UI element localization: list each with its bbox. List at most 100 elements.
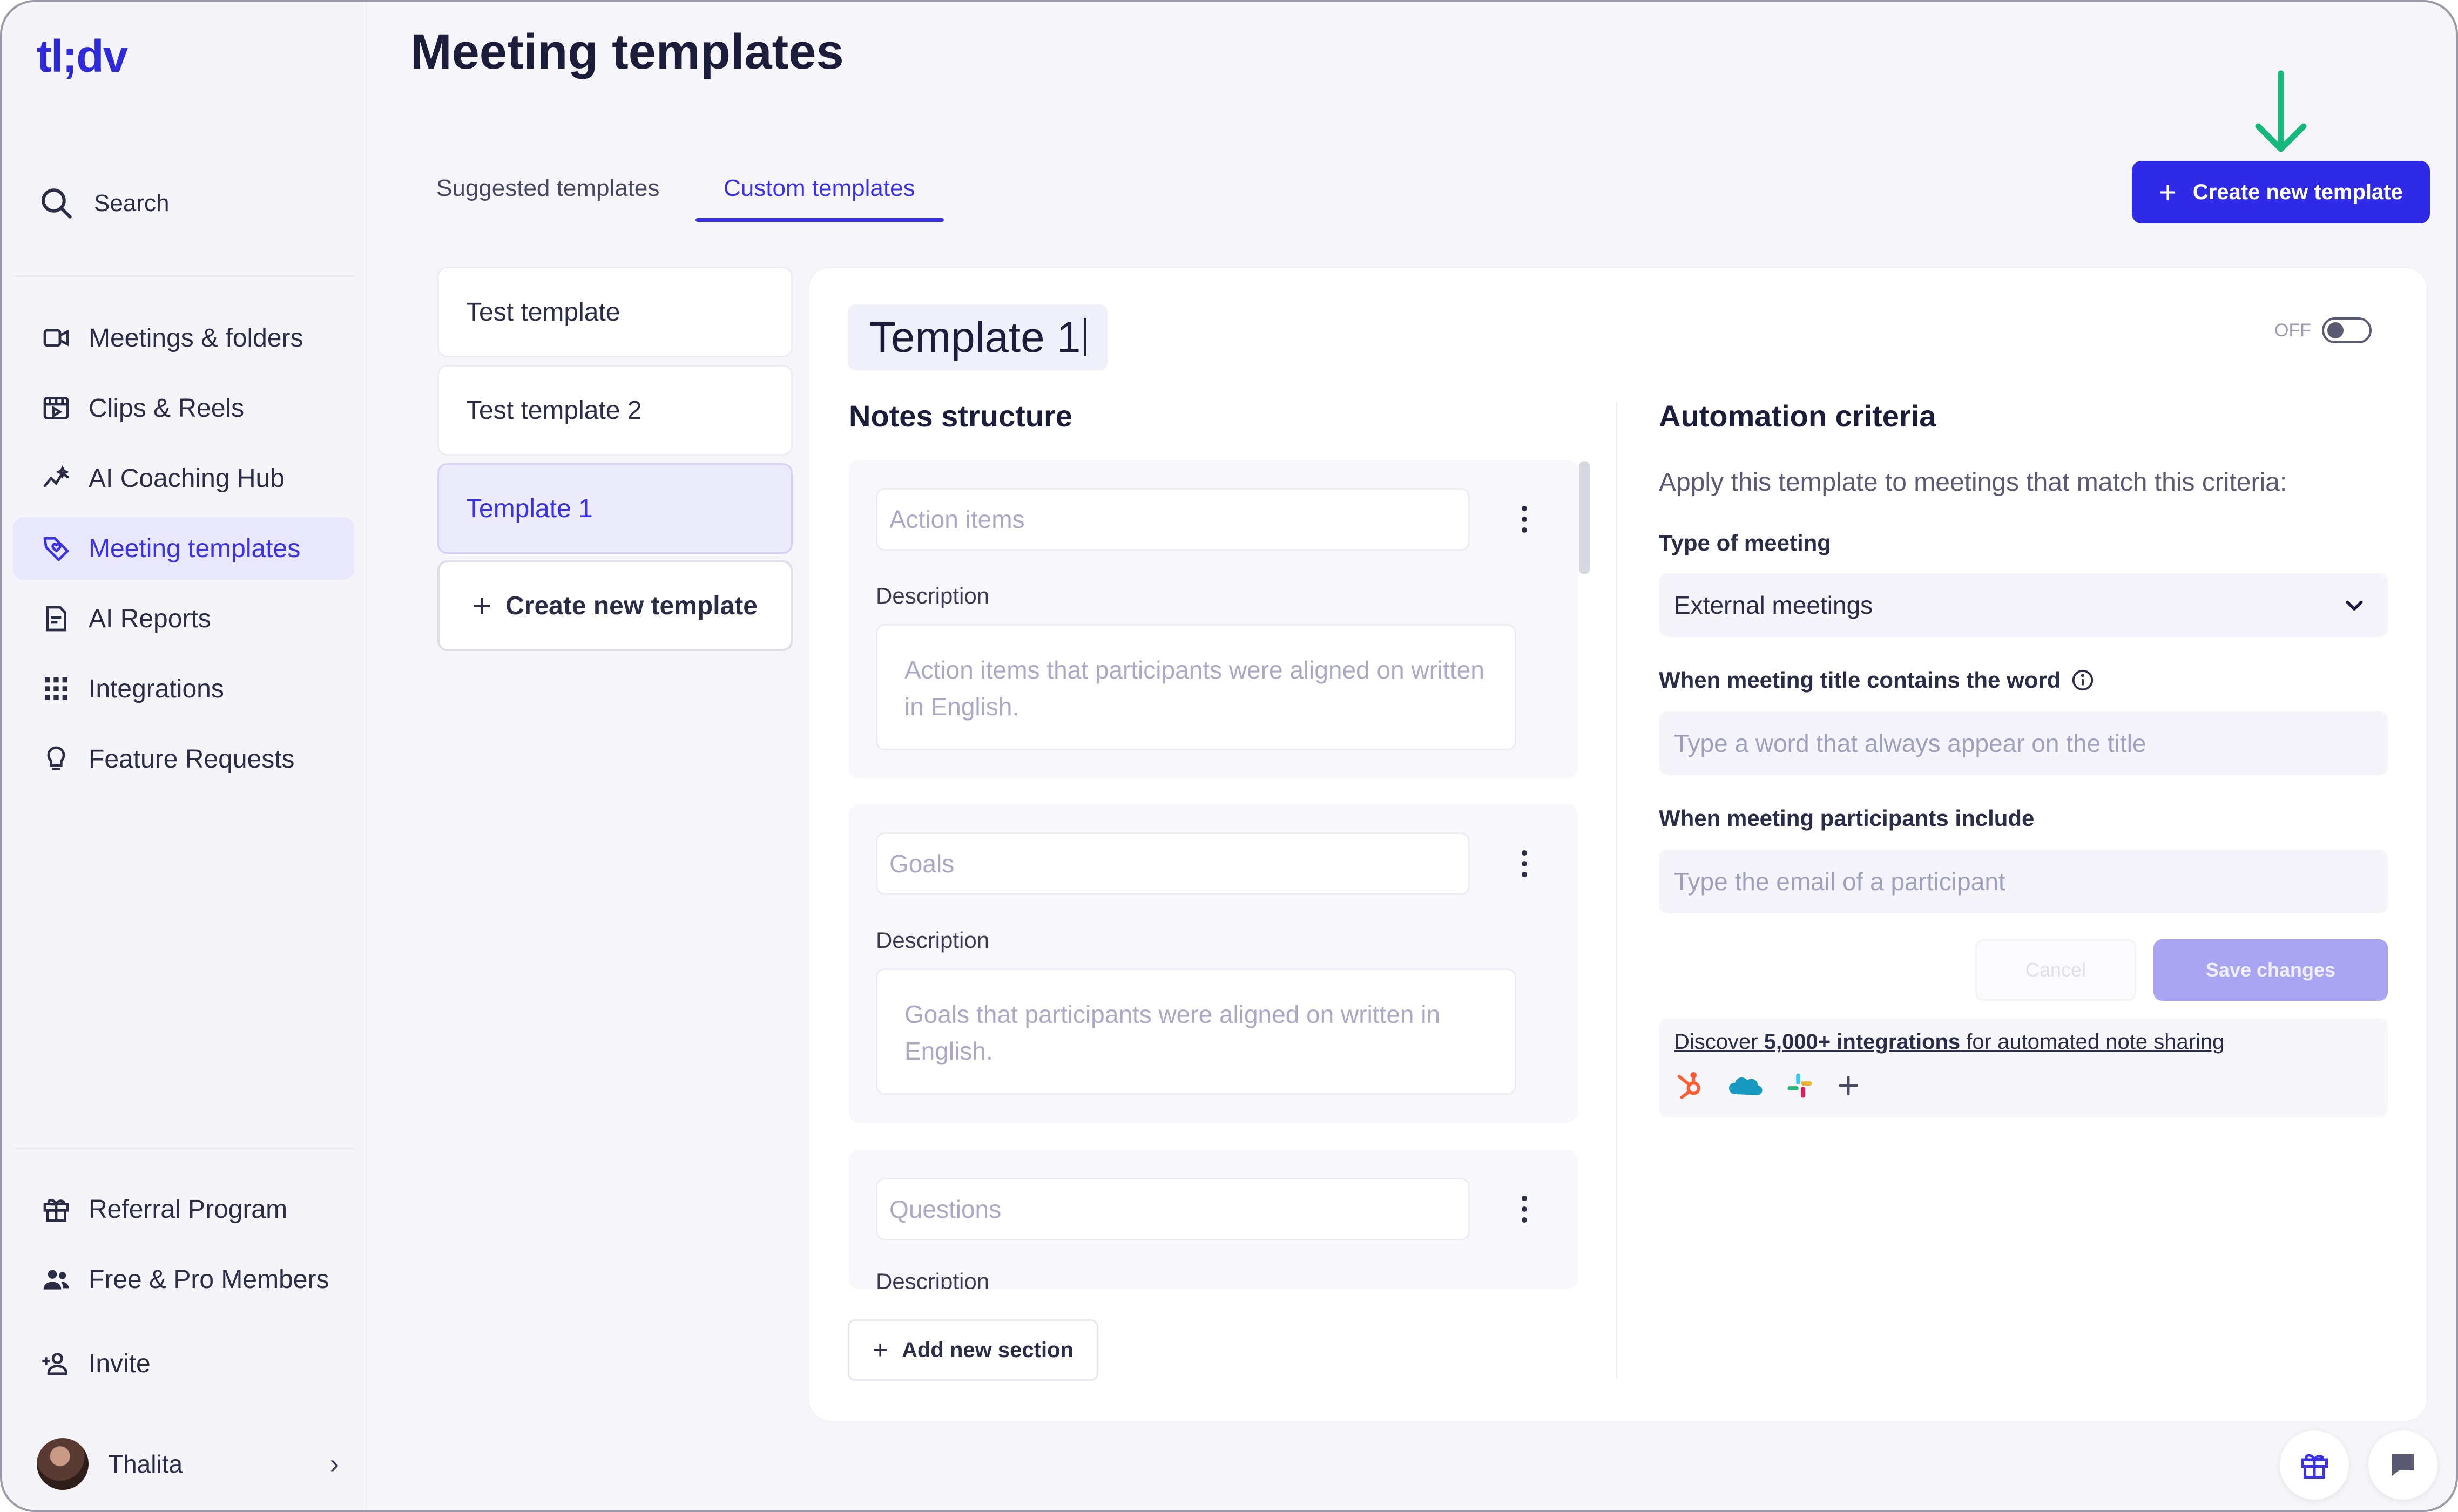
user-menu[interactable]: Thalita › <box>37 1437 339 1491</box>
users-icon <box>39 1262 73 1297</box>
plus-icon[interactable] <box>1836 1073 1861 1098</box>
integrations-link-prefix: Discover <box>1674 1030 1764 1054</box>
sidebar-item-label: Free & Pro Members <box>89 1265 329 1294</box>
sidebar-item-label: AI Reports <box>89 604 211 633</box>
sidebar-item-label: Meeting templates <box>89 534 301 563</box>
lightbulb-icon <box>39 742 73 776</box>
template-name-input[interactable]: Template 1 <box>848 304 1108 370</box>
template-name-value: Template 1 <box>869 313 1081 361</box>
chevron-down-icon <box>2346 600 2363 611</box>
automation-subtitle: Apply this template to meetings that mat… <box>1659 468 2287 497</box>
type-of-meeting-value: External meetings <box>1674 591 1873 619</box>
toggle-label: OFF <box>2274 320 2311 341</box>
app-logo[interactable]: tl;dv <box>37 30 128 83</box>
notes-section: Action items Description Action items th… <box>849 460 1578 778</box>
section-title-input[interactable]: Questions <box>876 1178 1470 1240</box>
template-list-item[interactable]: Test template 2 <box>437 365 793 456</box>
toggle-switch <box>2321 317 2372 343</box>
salesforce-icon[interactable] <box>1727 1072 1764 1099</box>
slack-icon[interactable] <box>1785 1071 1814 1100</box>
sidebar-item-free-pro-members[interactable]: Free & Pro Members <box>13 1248 354 1311</box>
section-title-input[interactable]: Goals <box>876 832 1470 895</box>
plus-icon: + <box>472 587 492 624</box>
avatar <box>37 1438 89 1490</box>
grid-icon <box>39 672 73 706</box>
template-list-item[interactable]: Test template <box>437 267 793 357</box>
add-new-section-label: Add new section <box>902 1338 1073 1362</box>
sidebar-divider <box>15 1148 354 1149</box>
automation-criteria-heading: Automation criteria <box>1659 399 1936 433</box>
sidebar-item-label: Feature Requests <box>89 744 295 774</box>
search-button[interactable]: Search <box>39 186 169 221</box>
more-options-icon[interactable] <box>1516 842 1532 885</box>
integrations-link-suffix: for automated note sharing <box>1960 1030 2225 1054</box>
tag-heart-icon <box>39 531 73 566</box>
notes-section: Goals Description Goals that participant… <box>849 804 1578 1123</box>
chevron-right-icon: › <box>329 1448 339 1480</box>
sidebar-item-ai-reports[interactable]: AI Reports <box>13 587 354 650</box>
more-options-icon[interactable] <box>1516 498 1532 541</box>
sidebar-item-ai-coaching-hub[interactable]: AI Coaching Hub <box>13 447 354 510</box>
template-active-toggle[interactable]: OFF <box>2274 317 2372 343</box>
sidebar-item-label: Invite <box>89 1349 151 1378</box>
search-icon <box>42 188 72 219</box>
film-clip-icon <box>39 391 73 425</box>
app-window: tl;dv Search Meetings & folders Clips & … <box>0 0 2458 1512</box>
tab-suggested-templates[interactable]: Suggested templates <box>436 175 659 202</box>
section-description-input[interactable]: Action items that participants were alig… <box>876 624 1516 750</box>
trend-chart-icon <box>39 461 73 496</box>
sidebar-item-label: Meetings & folders <box>89 323 303 352</box>
report-icon <box>39 601 73 636</box>
text-caret <box>1084 318 1086 356</box>
participants-input[interactable]: Type the email of a participant <box>1659 850 2388 913</box>
cancel-button[interactable]: Cancel <box>1975 939 2136 1001</box>
add-new-section-button[interactable]: + Add new section <box>848 1319 1098 1381</box>
video-camera-icon <box>39 321 73 355</box>
sidebar-item-label: Integrations <box>89 674 224 703</box>
chat-fab-button[interactable] <box>2368 1430 2437 1500</box>
description-label: Description <box>876 927 990 953</box>
sidebar-item-invite[interactable]: Invite <box>13 1332 354 1395</box>
title-word-label: When meeting title contains the word <box>1659 667 2061 693</box>
participants-label: When meeting participants include <box>1659 805 2035 831</box>
sidebar-item-integrations[interactable]: Integrations <box>13 657 354 720</box>
more-options-icon[interactable] <box>1516 1188 1532 1231</box>
sidebar-item-feature-requests[interactable]: Feature Requests <box>13 728 354 790</box>
sidebar-item-clips-reels[interactable]: Clips & Reels <box>13 377 354 439</box>
integrations-link[interactable]: Discover 5,000+ integrations for automat… <box>1674 1030 2224 1054</box>
info-icon[interactable] <box>2070 668 2095 693</box>
create-new-template-button[interactable]: + Create new template <box>2132 161 2430 223</box>
plus-icon: + <box>2159 175 2177 209</box>
gift-fab-button[interactable] <box>2280 1430 2349 1500</box>
description-label: Description <box>876 583 990 608</box>
sidebar-item-label: Clips & Reels <box>89 394 245 423</box>
sidebar-item-meeting-templates[interactable]: Meeting templates <box>13 517 354 580</box>
plus-icon: + <box>873 1335 888 1365</box>
template-list-item-active[interactable]: Template 1 <box>437 463 793 554</box>
page-title: Meeting templates <box>410 24 844 79</box>
section-title-input[interactable]: Action items <box>876 488 1470 551</box>
gift-icon <box>39 1192 73 1226</box>
user-name: Thalita <box>108 1450 183 1478</box>
create-new-template-label: Create new template <box>2192 180 2403 204</box>
section-description-input[interactable]: Goals that participants were aligned on … <box>876 968 1516 1095</box>
sidebar-divider <box>15 275 354 277</box>
type-of-meeting-select[interactable]: External meetings <box>1659 573 2388 637</box>
integrations-banner: Discover 5,000+ integrations for automat… <box>1659 1018 2388 1117</box>
gift-icon <box>2301 1454 2328 1479</box>
sidebar: tl;dv Search Meetings & folders Clips & … <box>2 2 367 1510</box>
save-changes-button[interactable]: Save changes <box>2153 939 2388 1001</box>
hubspot-icon[interactable] <box>1674 1070 1705 1101</box>
title-word-label-row: When meeting title contains the word <box>1659 667 2095 693</box>
annotation-arrow-down-icon <box>2255 70 2307 152</box>
sidebar-item-meetings-folders[interactable]: Meetings & folders <box>13 307 354 369</box>
notes-scrollbar[interactable] <box>1579 461 1590 574</box>
sidebar-item-label: Referral Program <box>89 1195 288 1224</box>
title-word-input[interactable]: Type a word that always appear on the ti… <box>1659 711 2388 775</box>
create-template-card-button[interactable]: + Create new template <box>437 560 793 651</box>
sidebar-item-label: AI Coaching Hub <box>89 464 285 493</box>
tab-custom-templates[interactable]: Custom templates <box>724 175 915 202</box>
column-divider <box>1616 402 1617 1379</box>
add-user-icon <box>39 1346 73 1381</box>
sidebar-item-referral-program[interactable]: Referral Program <box>13 1178 354 1240</box>
